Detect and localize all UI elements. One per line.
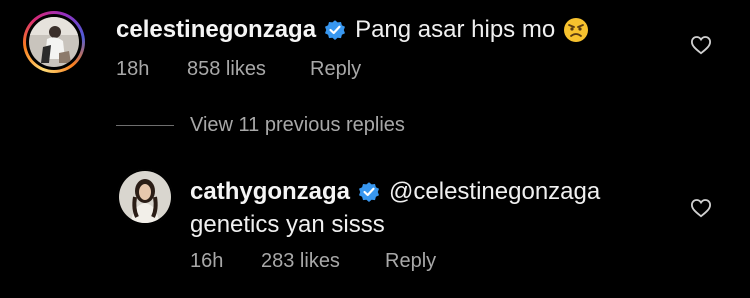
like-heart-icon[interactable] xyxy=(690,198,712,218)
mention-link[interactable]: @celestinegonzaga xyxy=(389,177,600,207)
view-previous-replies[interactable]: View 11 previous replies xyxy=(116,114,405,137)
like-heart-icon[interactable] xyxy=(690,35,712,55)
divider-line xyxy=(116,125,174,126)
avatar[interactable] xyxy=(23,11,85,73)
likes-count[interactable]: 283 likes xyxy=(261,248,385,274)
timestamp: 16h xyxy=(190,250,224,272)
reply-button[interactable]: Reply xyxy=(385,248,436,274)
likes-count[interactable]: 858 likes xyxy=(187,56,310,82)
avatar-image xyxy=(119,171,171,223)
angry-face-emoji-icon xyxy=(564,18,589,42)
avatar-image xyxy=(29,17,79,67)
comment-text: Pang asar hips mo xyxy=(355,16,556,43)
comment-text: genetics yan sisss xyxy=(190,211,385,238)
timestamp: 18h xyxy=(116,58,150,80)
username[interactable]: cathygonzaga xyxy=(190,177,350,207)
verified-badge-icon xyxy=(325,20,346,40)
username[interactable]: celestinegonzaga xyxy=(116,15,316,45)
view-replies-label[interactable]: View 11 previous replies xyxy=(190,114,405,137)
verified-badge-icon xyxy=(359,182,380,202)
avatar[interactable] xyxy=(117,169,173,225)
reply-button[interactable]: Reply xyxy=(310,56,361,82)
